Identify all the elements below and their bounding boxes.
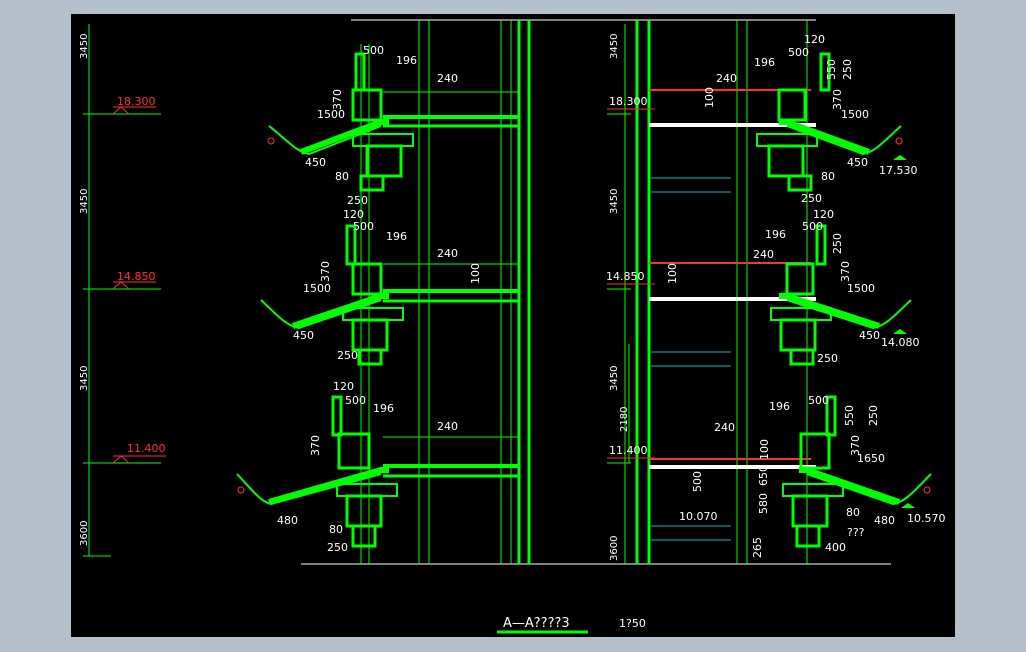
lt2-500: 500: [353, 220, 374, 233]
lt2-1500: 1500: [303, 282, 331, 295]
rt3-480: 480: [874, 514, 895, 527]
rt2-1500: 1500: [847, 282, 875, 295]
lt1-450: 450: [305, 156, 326, 169]
lt2-196: 196: [386, 230, 407, 243]
rt-elev-10070: 10.070: [679, 510, 718, 523]
lt1-240: 240: [437, 72, 458, 85]
center-dim-1: 3450: [609, 34, 620, 59]
rt3-qmarks: ???: [847, 526, 865, 539]
lt1-500: 500: [363, 44, 384, 57]
left-dim-1: 3450: [79, 34, 90, 59]
center-dim-3: 3450: [609, 366, 620, 391]
left-elev-1: 18.300: [117, 95, 156, 108]
rt3-650: 650: [757, 465, 770, 486]
left-elevation-markers: [112, 106, 166, 464]
lt3-500: 500: [345, 394, 366, 407]
rt3-80: 80: [846, 506, 860, 519]
right-tier2-labels: 120 500 196 240 250 370 100 1500 450 250: [666, 208, 880, 365]
right-floor-slabs: [649, 89, 816, 541]
lt1-370: 370: [331, 89, 344, 110]
lt3-196: 196: [373, 402, 394, 415]
left-eave-tier-3: [236, 395, 398, 548]
rt2-500: 500: [802, 220, 823, 233]
lt3-120: 120: [333, 380, 354, 393]
rt1-250: 250: [841, 59, 854, 80]
rt1-550: 550: [825, 59, 838, 80]
scale-label: 1?50: [619, 617, 646, 630]
center-dim-2180: 2180: [619, 407, 630, 432]
rt1-240: 240: [716, 72, 737, 85]
center-elev-1: 18.300: [609, 95, 648, 108]
right-elev-2: 14.080: [881, 336, 920, 349]
section-caption: A—A????3: [503, 616, 570, 631]
left-dim-4: 3600: [79, 521, 90, 546]
rt1-250-b: 250: [801, 192, 822, 205]
rt1-196: 196: [754, 56, 775, 69]
rt2-250-b: 250: [817, 352, 838, 365]
rt3-550: 550: [843, 405, 856, 426]
rt3-500: 500: [808, 394, 829, 407]
rt2-196: 196: [765, 228, 786, 241]
lt1-196: 196: [396, 54, 417, 67]
right-elevation-markers: [893, 155, 915, 508]
lt1-1500: 1500: [317, 108, 345, 121]
section-drawing: 3450 3450 3450 3600 18.300 14.850 11.400: [79, 19, 946, 634]
center-elev-3: 11.400: [609, 444, 648, 457]
center-elev-2: 14.850: [606, 270, 645, 283]
rt3-196: 196: [769, 400, 790, 413]
lt3-240: 240: [437, 420, 458, 433]
rt1-120: 120: [804, 33, 825, 46]
lt2-370: 370: [319, 261, 332, 282]
center-dim-4: 3600: [609, 536, 620, 561]
rt3-1650: 1650: [857, 452, 885, 465]
lt2-450: 450: [293, 329, 314, 342]
lt3-370: 370: [309, 435, 322, 456]
rt1-370: 370: [831, 89, 844, 110]
rt3-265: 265: [751, 537, 764, 558]
rt3-240: 240: [714, 421, 735, 434]
lt1-250: 250: [347, 194, 368, 207]
lt1-80: 80: [335, 170, 349, 183]
rt3-500-b: 500: [691, 471, 704, 492]
lt3-250: 250: [327, 541, 348, 554]
rt3-100: 100: [758, 439, 771, 460]
center-dim-2: 3450: [609, 189, 620, 214]
rt3-250: 250: [867, 405, 880, 426]
lt3-480: 480: [277, 514, 298, 527]
rt1-80: 80: [821, 170, 835, 183]
right-tier3-labels: 500 196 250 550 240 100 370 1650 500 580…: [691, 394, 895, 558]
rt1-100: 100: [703, 87, 716, 108]
lt2-240: 240: [437, 247, 458, 260]
drawing-window: 3450 3450 3450 3600 18.300 14.850 11.400: [0, 0, 1026, 652]
lt3-80: 80: [329, 523, 343, 536]
lt2-250: 250: [337, 349, 358, 362]
rt3-400: 400: [825, 541, 846, 554]
rt1-450: 450: [847, 156, 868, 169]
left-elev-2: 14.850: [117, 270, 156, 283]
rt2-250: 250: [831, 233, 844, 254]
left-floor-beams: [383, 91, 519, 478]
rt2-240: 240: [753, 248, 774, 261]
rt3-580: 580: [757, 493, 770, 514]
rt2-370: 370: [839, 261, 852, 282]
left-dim-2: 3450: [79, 189, 90, 214]
right-elev-3: 10.570: [907, 512, 946, 525]
rt2-100: 100: [666, 263, 679, 284]
right-elev-1: 17.530: [879, 164, 918, 177]
cad-canvas[interactable]: 3450 3450 3450 3600 18.300 14.850 11.400: [71, 14, 955, 637]
left-dim-3: 3450: [79, 366, 90, 391]
lt2-100: 100: [469, 263, 482, 284]
left-eave-tier-2: [260, 224, 404, 366]
rt1-1500: 1500: [841, 108, 869, 121]
left-elev-3: 11.400: [127, 442, 166, 455]
rt1-500: 500: [788, 46, 809, 59]
rt2-450: 450: [859, 329, 880, 342]
